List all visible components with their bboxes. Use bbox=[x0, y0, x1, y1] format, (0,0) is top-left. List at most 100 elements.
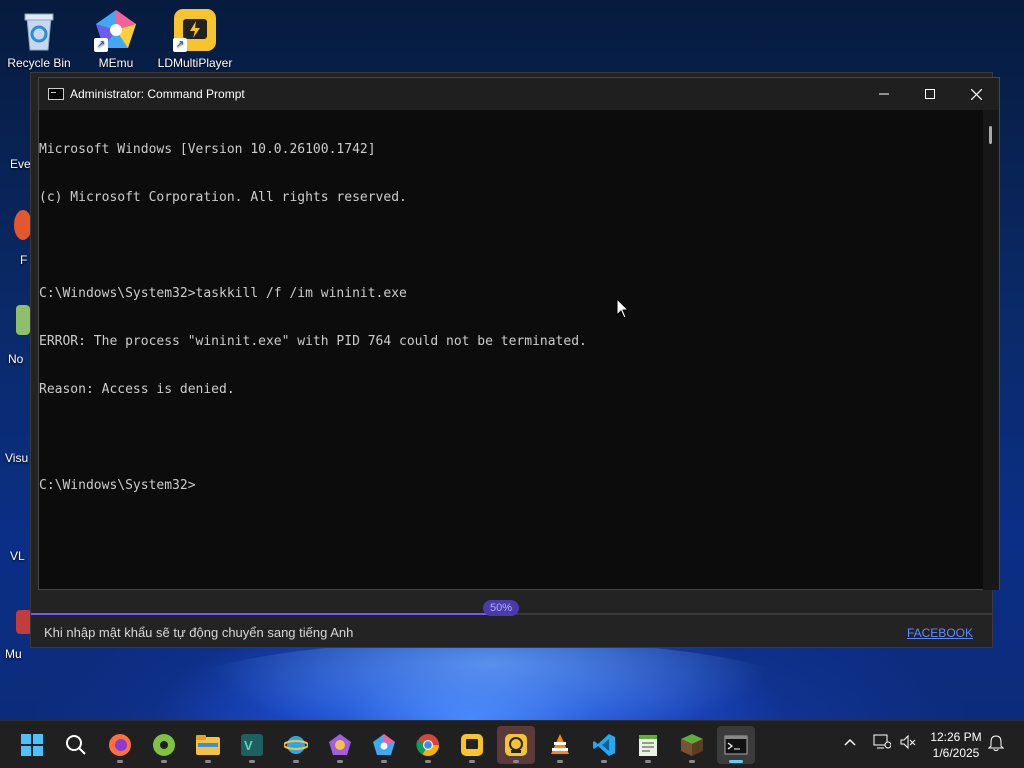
maximize-button[interactable] bbox=[907, 78, 953, 110]
taskbar-app-vlc[interactable] bbox=[541, 726, 579, 764]
notepad-icon bbox=[639, 735, 657, 756]
taskbar-app-chrome[interactable] bbox=[409, 726, 447, 764]
taskbar-app-gem[interactable] bbox=[365, 726, 403, 764]
clock-time: 12:26 PM bbox=[930, 730, 982, 744]
running-indicator bbox=[513, 760, 519, 763]
taskbar-app-minecraft[interactable] bbox=[673, 726, 711, 764]
green-disc-icon bbox=[153, 734, 175, 756]
close-icon bbox=[970, 88, 982, 100]
console-output[interactable]: Microsoft Windows [Version 10.0.26100.17… bbox=[39, 110, 1001, 590]
ie-icon bbox=[284, 736, 308, 754]
console-prompt-line: C:\Windows\System32> bbox=[39, 478, 196, 493]
running-indicator bbox=[249, 760, 255, 763]
volume-tray-button[interactable] bbox=[899, 734, 917, 753]
search-icon bbox=[66, 735, 86, 755]
desktop-icon-label: F bbox=[20, 253, 28, 267]
desktop-icon-ldmultiplayer[interactable]: ↗ LDMultiPlayer bbox=[157, 8, 233, 70]
launcher-note: Khi nhập mật khẩu sẽ tự động chuyển sang… bbox=[44, 625, 354, 640]
desktop-icon-partial[interactable]: No bbox=[0, 305, 32, 366]
taskbar-app-firefox[interactable] bbox=[101, 726, 139, 764]
console-line: Microsoft Windows [Version 10.0.26100.17… bbox=[39, 142, 376, 157]
taskbar-app-vb[interactable]: V bbox=[233, 726, 271, 764]
close-button[interactable] bbox=[953, 78, 999, 110]
minimize-icon bbox=[879, 93, 889, 95]
taskbar-app-terminal[interactable] bbox=[717, 726, 755, 764]
command-prompt-window[interactable]: Administrator: Command Prompt Microsoft … bbox=[38, 77, 1000, 590]
memu-icon: ↗ bbox=[94, 8, 138, 52]
desktop-icon-label: No bbox=[8, 352, 24, 366]
desktop-icon-partial[interactable]: Mu bbox=[0, 610, 32, 662]
start-button[interactable] bbox=[13, 726, 51, 764]
vertical-scrollbar[interactable] bbox=[983, 110, 999, 590]
desktop-icon-recycle-bin[interactable]: Recycle Bin bbox=[1, 8, 77, 70]
taskbar-app-vscode[interactable] bbox=[585, 726, 623, 764]
shortcut-arrow-icon: ↗ bbox=[94, 38, 108, 52]
desktop-icon-partial[interactable]: F bbox=[0, 210, 32, 270]
shortcut-arrow-icon: ↗ bbox=[173, 38, 187, 52]
console-line: ERROR: The process "wininit.exe" with PI… bbox=[39, 334, 587, 349]
taskbar-app-ldplayer[interactable] bbox=[453, 726, 491, 764]
running-indicator bbox=[601, 760, 607, 763]
bell-icon bbox=[987, 735, 1005, 751]
recycle-bin-icon bbox=[17, 8, 61, 52]
scrollbar-thumb[interactable] bbox=[989, 126, 992, 144]
progress-percent-badge: 50% bbox=[483, 600, 519, 616]
facebook-link[interactable]: FACEBOOK bbox=[907, 626, 973, 640]
console-line: C:\Windows\System32>taskkill /f /im wini… bbox=[39, 286, 407, 301]
chromium-icon bbox=[329, 734, 351, 755]
desktop-icon-partial[interactable]: VL bbox=[0, 530, 32, 566]
taskbar-app-file-explorer[interactable] bbox=[189, 726, 227, 764]
taskbar-app-notepad[interactable] bbox=[629, 726, 667, 764]
desktop-icon-label: VL bbox=[10, 549, 25, 563]
desktop-icon-label: Eve bbox=[10, 157, 31, 171]
terminal-icon bbox=[724, 735, 748, 755]
cmd-icon bbox=[48, 88, 64, 100]
svg-text:V: V bbox=[244, 738, 253, 753]
lockdown-icon bbox=[505, 734, 527, 756]
desktop-icon-label: Mu bbox=[5, 647, 22, 661]
clock[interactable]: 12:26 PM 1/6/2025 bbox=[924, 729, 988, 761]
running-indicator bbox=[381, 760, 387, 763]
taskbar-app-ie[interactable] bbox=[277, 726, 315, 764]
firefox-icon bbox=[109, 734, 131, 756]
display-icon bbox=[873, 734, 892, 749]
minecraft-icon bbox=[681, 734, 703, 756]
console-line: Reason: Access is denied. bbox=[39, 382, 235, 397]
desktop-icon-memu[interactable]: ↗ MEmu bbox=[78, 8, 154, 70]
running-indicator bbox=[161, 760, 167, 763]
desktop-icon-label: LDMultiPlayer bbox=[157, 56, 233, 70]
search-button[interactable] bbox=[57, 726, 95, 764]
file-explorer-icon bbox=[196, 735, 220, 755]
notepad-icon bbox=[16, 305, 30, 335]
running-indicator bbox=[689, 760, 695, 763]
minimize-button[interactable] bbox=[861, 78, 907, 110]
desktop-icon-label: Recycle Bin bbox=[7, 56, 71, 70]
ldplayer-icon bbox=[461, 734, 483, 756]
display-tray-button[interactable] bbox=[873, 734, 892, 753]
window-title: Administrator: Command Prompt bbox=[70, 87, 245, 101]
active-indicator bbox=[729, 760, 743, 763]
clock-date: 1/6/2025 bbox=[932, 746, 980, 760]
chrome-icon bbox=[416, 734, 439, 756]
desktop-icon-label: MEmu bbox=[98, 56, 134, 70]
taskbar-app-green-disc[interactable] bbox=[145, 726, 183, 764]
console-line: (c) Microsoft Corporation. All rights re… bbox=[39, 190, 407, 205]
taskbar-app-chromium[interactable] bbox=[321, 726, 359, 764]
show-hidden-icons-button[interactable] bbox=[842, 734, 858, 753]
title-bar[interactable]: Administrator: Command Prompt bbox=[39, 78, 999, 110]
taskbar: V 12:26 PM 1/6/2025 bbox=[0, 720, 1024, 768]
running-indicator bbox=[469, 760, 475, 763]
vb-icon: V bbox=[241, 734, 263, 756]
taskbar-app-lockdown[interactable] bbox=[497, 726, 535, 764]
desktop-icon-partial[interactable]: Eve bbox=[0, 140, 32, 180]
volume-muted-icon bbox=[900, 734, 916, 750]
running-indicator bbox=[337, 760, 343, 763]
running-indicator bbox=[645, 760, 651, 763]
desktop-icon-partial[interactable]: Visu bbox=[0, 430, 32, 466]
notifications-button[interactable] bbox=[987, 734, 1005, 755]
running-indicator bbox=[205, 760, 211, 763]
mouse-cursor-icon bbox=[616, 298, 630, 319]
ldmultiplayer-icon: ↗ bbox=[173, 8, 217, 52]
